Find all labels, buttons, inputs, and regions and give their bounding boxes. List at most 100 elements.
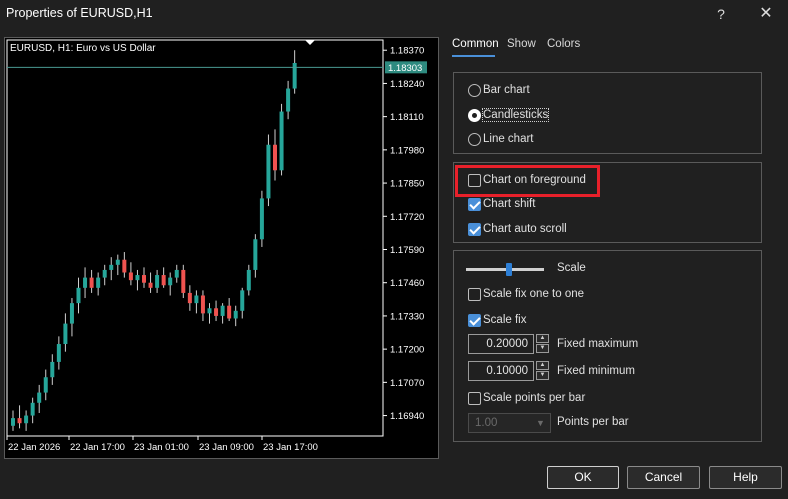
slider-thumb[interactable] (506, 263, 512, 276)
candle-body (148, 282, 153, 288)
candle-body (286, 88, 291, 112)
checkbox-scale-points-per-bar[interactable]: Scale points per bar (468, 390, 585, 406)
candle-body (56, 344, 61, 362)
candle-body (240, 290, 245, 311)
candle-body (96, 277, 101, 288)
points-per-bar-value: 1.00 (475, 417, 498, 429)
points-per-bar-label: Points per bar (557, 416, 629, 428)
y-tick-label: 1.18110 (390, 112, 424, 123)
chart-svg: 1.18370 1.18240 1.18110 1.17980 1.17850 1.177… (6, 39, 427, 453)
checkbox-chart-shift[interactable]: Chart shift (468, 196, 535, 212)
y-tick-label: 1.17200 (390, 345, 424, 356)
checkbox[interactable] (468, 287, 481, 301)
y-tick-label: 1.18240 (390, 79, 424, 90)
candle-body (142, 275, 146, 283)
checkbox-scale-fix-one-to-one[interactable]: Scale fix one to one (468, 286, 584, 302)
candle-body (11, 418, 15, 426)
candle-body (76, 287, 81, 304)
checkbox[interactable] (468, 197, 481, 211)
candle-body (214, 308, 219, 316)
checkbox-scale-fix[interactable]: Scale fix (468, 312, 526, 328)
spin-up-icon[interactable]: ▲ (536, 334, 549, 343)
radio-button[interactable] (468, 83, 481, 97)
x-tick-label: 22 Jan 17:00 (70, 442, 125, 453)
window-title: Properties of EURUSD,H1 (6, 6, 153, 20)
checkbox-chart-on-foreground[interactable]: Chart on foreground (468, 172, 586, 188)
checkbox-label: Scale fix one to one (483, 288, 585, 300)
fixed-maximum-stepper[interactable]: 0.20000 ▲ ▼ (468, 334, 550, 354)
chart-shift-marker (305, 40, 315, 45)
checkbox[interactable] (468, 173, 481, 187)
y-tick-label: 1.17070 (390, 378, 424, 389)
spin-down-icon[interactable]: ▼ (536, 371, 549, 380)
candle-body (279, 111, 284, 171)
candle-body (122, 259, 127, 273)
y-tick-label: 1.16940 (390, 411, 424, 422)
candle-body (102, 269, 107, 278)
chevron-down-icon[interactable]: ▼ (536, 418, 546, 428)
tab-common[interactable]: Common (452, 38, 499, 50)
checkbox[interactable] (468, 391, 481, 405)
radio-bar-chart[interactable]: Bar chart (468, 82, 530, 98)
checkbox-label: Chart shift (483, 198, 536, 210)
candle-body (207, 308, 212, 314)
y-tick-label: 1.17460 (390, 278, 424, 289)
fixed-maximum-input[interactable]: 0.20000 (468, 334, 534, 354)
candle-body (69, 303, 74, 324)
x-tick-label: 23 Jan 17:00 (263, 442, 318, 453)
spin-up-icon[interactable]: ▲ (536, 361, 549, 370)
close-icon[interactable]: ✕ (748, 2, 784, 26)
title-bar: Properties of EURUSD,H1 ? ✕ (0, 0, 788, 28)
y-tick-label: 1.17590 (390, 245, 424, 256)
tab-show[interactable]: Show (507, 38, 536, 50)
candle-body (227, 305, 232, 319)
fixed-minimum-input[interactable]: 0.10000 (468, 361, 534, 381)
help-button[interactable]: Help (709, 466, 782, 489)
checkbox-label: Chart auto scroll (483, 223, 567, 235)
cancel-button[interactable]: Cancel (627, 466, 700, 489)
chart-title: EURUSD, H1: Euro vs US Dollar (10, 43, 156, 54)
candle-body (128, 272, 133, 281)
checkbox-label: Chart on foreground (483, 174, 586, 186)
radio-label: Bar chart (483, 84, 530, 96)
x-tick-label: 23 Jan 09:00 (199, 442, 254, 453)
candle-body (43, 377, 48, 393)
radio-button[interactable] (468, 108, 481, 122)
radio-button[interactable] (468, 132, 481, 146)
radio-line-chart[interactable]: Line chart (468, 131, 534, 147)
candle-body (266, 144, 271, 199)
checkbox-chart-auto-scroll[interactable]: Chart auto scroll (468, 221, 567, 237)
checkbox[interactable] (468, 222, 481, 236)
ok-button[interactable]: OK (547, 466, 619, 489)
y-tick-label: 1.17850 (390, 179, 424, 190)
chart-preview: 1.18370 1.18240 1.18110 1.17980 1.17850 1.177… (4, 37, 439, 459)
fixed-minimum-stepper[interactable]: 0.10000 ▲ ▼ (468, 361, 550, 381)
y-tick-label: 1.18370 (390, 46, 424, 57)
scale-slider[interactable] (466, 262, 546, 276)
candle-body (200, 295, 205, 314)
slider-track[interactable] (466, 268, 544, 271)
fixed-maximum-label: Fixed maximum (557, 338, 639, 350)
spin-down-icon[interactable]: ▼ (536, 344, 549, 353)
candle-body (30, 402, 35, 416)
candle-body (220, 305, 225, 316)
points-per-bar-select[interactable]: 1.00 ▼ (468, 413, 551, 433)
candle-body (292, 62, 297, 89)
candle-body (174, 269, 179, 278)
candle-body (50, 361, 55, 378)
candle-body (259, 198, 264, 240)
fixed-minimum-label: Fixed minimum (557, 365, 635, 377)
candle-body (194, 295, 199, 304)
candle-body (253, 239, 258, 270)
candle-body (83, 277, 88, 288)
help-icon[interactable]: ? (703, 2, 739, 26)
candle-body (17, 418, 22, 424)
radio-candlesticks[interactable]: Candlesticks (468, 107, 550, 123)
checkbox[interactable] (468, 313, 481, 327)
candle-body (24, 415, 29, 424)
candle-body (115, 259, 120, 265)
tab-colors[interactable]: Colors (547, 38, 580, 50)
candle-body (273, 144, 277, 171)
plot-frame (6, 39, 384, 437)
scale-label: Scale (557, 262, 586, 274)
